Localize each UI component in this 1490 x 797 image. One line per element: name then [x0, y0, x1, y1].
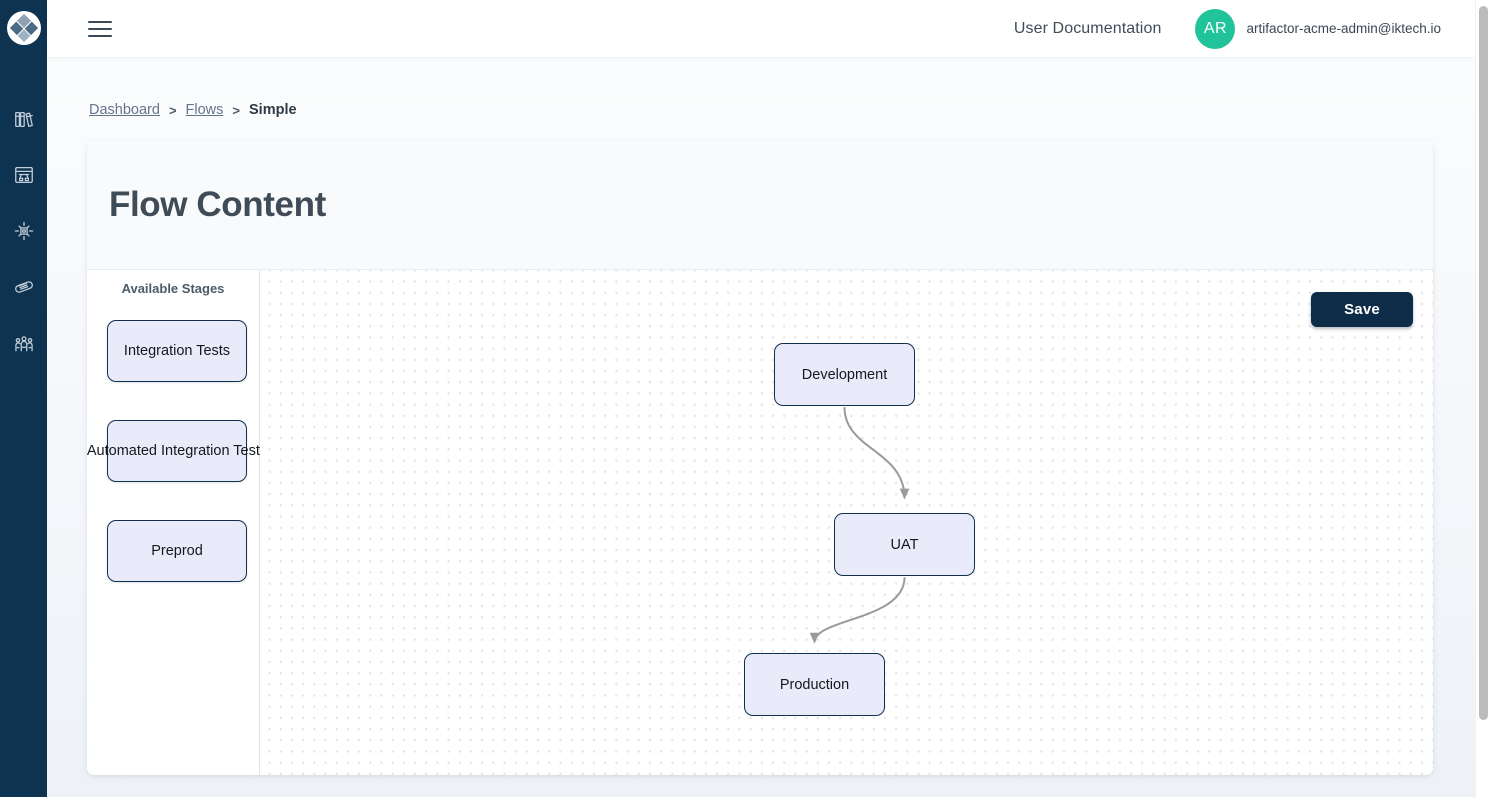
- stage-palette-item[interactable]: Automated Integration Tests: [107, 420, 247, 482]
- card-body: Available Stages Integration Tests Autom…: [87, 270, 1433, 775]
- hamburger-menu-icon[interactable]: [88, 17, 112, 41]
- flow-node-label: Development: [802, 367, 887, 383]
- available-stages-title: Available Stages: [87, 281, 259, 296]
- top-navigation-bar: User Documentation AR artifactor-acme-ad…: [47, 0, 1490, 57]
- sitemap-icon: [13, 220, 35, 242]
- breadcrumb-separator: >: [232, 103, 240, 118]
- flow-node-label: UAT: [891, 537, 919, 553]
- stage-label: Automated Integration Tests: [87, 443, 267, 459]
- stage-label: Preprod: [151, 543, 203, 559]
- breadcrumb-item-flows[interactable]: Flows: [186, 102, 224, 118]
- flow-node-uat[interactable]: UAT: [834, 513, 975, 576]
- logo-diamond-icon: [9, 14, 37, 42]
- breadcrumb: Dashboard > Flows > Simple: [89, 102, 297, 118]
- sidebar-item-users[interactable]: [0, 315, 47, 371]
- breadcrumb-item-current: Simple: [249, 102, 297, 118]
- breadcrumb-separator: >: [169, 103, 177, 118]
- stage-palette-item[interactable]: Preprod: [107, 520, 247, 582]
- flow-node-development[interactable]: Development: [774, 343, 915, 406]
- user-email-label: artifactor-acme-admin@iktech.io: [1246, 21, 1441, 36]
- primary-sidebar: [0, 0, 47, 797]
- artifactor-logo[interactable]: [7, 11, 41, 45]
- save-button[interactable]: Save: [1311, 292, 1413, 327]
- sidebar-item-marketplace[interactable]: [0, 147, 47, 203]
- sidebar-item-artifacts[interactable]: [0, 259, 47, 315]
- flow-content-card: Flow Content Available Stages Integratio…: [87, 141, 1433, 775]
- page-scrollbar-thumb[interactable]: [1479, 6, 1488, 720]
- page-title: Flow Content: [109, 185, 326, 225]
- application-root: User Documentation AR artifactor-acme-ad…: [0, 0, 1490, 797]
- sidebar-item-repositories[interactable]: [0, 91, 47, 147]
- breadcrumb-item-dashboard[interactable]: Dashboard: [89, 102, 160, 118]
- flow-node-production[interactable]: Production: [744, 653, 885, 716]
- avatar: AR: [1195, 9, 1235, 49]
- main-column: User Documentation AR artifactor-acme-ad…: [47, 0, 1490, 797]
- available-stages-panel: Available Stages Integration Tests Autom…: [87, 270, 260, 775]
- stage-label: Integration Tests: [124, 343, 230, 359]
- page-content: Dashboard > Flows > Simple Flow Content …: [47, 57, 1490, 797]
- storefront-icon: [13, 164, 35, 186]
- stage-palette-item[interactable]: Integration Tests: [107, 320, 247, 382]
- flow-node-label: Production: [780, 677, 849, 693]
- page-scrollbar[interactable]: [1475, 0, 1490, 797]
- people-group-icon: [13, 332, 35, 354]
- sidebar-item-flows[interactable]: [0, 203, 47, 259]
- paperclip-icon: [13, 276, 35, 298]
- user-documentation-link[interactable]: User Documentation: [1014, 20, 1162, 38]
- user-account-menu[interactable]: AR artifactor-acme-admin@iktech.io: [1195, 9, 1441, 49]
- library-icon: [13, 108, 35, 130]
- card-header: Flow Content: [87, 141, 1433, 270]
- flow-canvas[interactable]: Save Development: [260, 270, 1433, 775]
